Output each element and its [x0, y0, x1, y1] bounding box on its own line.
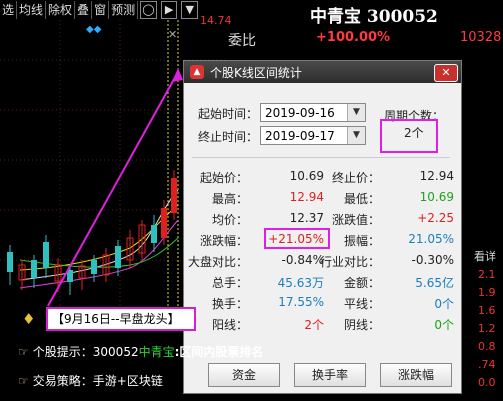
stat-change-value: +2.25: [417, 211, 454, 225]
stat-label: 平线：: [343, 297, 380, 311]
stat-start-price: 10.69: [289, 169, 324, 183]
dialog-titlebar[interactable]: ▲ 个股K线区间统计: [184, 61, 461, 83]
svg-text:✕: ✕: [168, 28, 177, 41]
bell-icon: ♦: [22, 310, 36, 328]
app-icon: ▲: [190, 65, 204, 79]
right-edge-values: 看详 2.1 1.9 1.6 1.2 0.8 .74 0.0: [470, 240, 503, 400]
stat-avg: 12.37: [289, 211, 324, 225]
hand-pointer-icon: ☞: [18, 374, 29, 388]
toolbar-exright[interactable]: 除权: [46, 1, 76, 19]
stat-label: 阳线：: [211, 318, 248, 332]
end-time-select[interactable]: 2019-09-17 ▼: [260, 126, 366, 145]
hint-stock-code: 300052: [92, 345, 139, 359]
edge-value: 0.0: [478, 376, 496, 389]
close-icon[interactable]: ✕: [434, 64, 458, 82]
stat-label: 阴线：: [343, 318, 380, 332]
hint-label: 个股提示：: [32, 345, 93, 359]
end-time-label: 终止时间：: [198, 130, 259, 144]
start-time-label: 起始时间：: [198, 107, 259, 121]
stat-amount: 5.65亿: [415, 276, 454, 290]
stat-label: 终止价：: [331, 171, 380, 185]
weibi-volume: 10328: [460, 30, 502, 45]
arrow-right-icon[interactable]: ▶: [160, 1, 178, 19]
stat-down-candles: 0个: [434, 318, 454, 332]
toolbar-select[interactable]: 选: [0, 1, 18, 19]
hint-stock-name: 中青宝: [138, 345, 175, 359]
toolbar-window[interactable]: 窗: [92, 1, 110, 19]
start-time-value: 2019-09-16: [265, 106, 335, 120]
hint-text: :区间内股票排名: [174, 345, 264, 359]
edge-value: .74: [478, 358, 496, 371]
stat-label: 最低：: [343, 192, 380, 206]
stat-volume: 45.63万: [277, 276, 324, 290]
stat-end-price: 12.94: [419, 169, 454, 183]
stat-label: 起始价：: [199, 171, 248, 185]
stat-up-candles: 2个: [304, 318, 324, 332]
stat-label: 涨跌值：: [331, 213, 380, 227]
stat-market-compare: -0.84%: [281, 253, 324, 267]
edge-value: 0.8: [478, 340, 496, 353]
stat-label: 换手：: [211, 297, 248, 311]
hand-pointer-icon: ☞: [18, 345, 29, 359]
fund-button[interactable]: 资金: [208, 363, 280, 387]
stat-flat-candles: 0个: [434, 297, 454, 311]
stat-label: 总手：: [211, 276, 248, 290]
svg-text:◆◆: ◆◆: [86, 24, 102, 35]
end-time-value: 2019-09-17: [265, 129, 335, 143]
lock-icon[interactable]: ◯: [140, 1, 157, 19]
toolbar-forecast[interactable]: 预测: [109, 1, 139, 19]
toolbar-overlay[interactable]: 叠: [75, 1, 93, 19]
start-time-select[interactable]: 2019-09-16 ▼: [260, 103, 366, 122]
stat-turnover: 17.55%: [278, 295, 324, 309]
stat-industry-compare: -0.30%: [411, 253, 454, 267]
hint-row-strategy: ☞ 交易策略：手游+区块链: [18, 372, 163, 389]
stat-high: 12.94: [289, 190, 324, 204]
change-pct-button[interactable]: 涨跌幅: [380, 363, 452, 387]
stat-label: 金额：: [343, 276, 380, 290]
highlight-change-pct: [264, 228, 330, 249]
annotation-note: 【9月16日--早盘龙头】: [46, 307, 196, 331]
chevron-down-icon[interactable]: ▼: [347, 104, 365, 121]
stat-label: 行业对比：: [320, 255, 381, 269]
hint-row-stock: ☞ 个股提示：300052中青宝:区间内股票排名: [18, 343, 263, 360]
hint-strategy-text: 手游+区块链: [92, 374, 163, 388]
edge-value: 1.6: [478, 304, 496, 317]
stock-title: 中青宝 300052: [310, 7, 438, 27]
stat-label: 涨跌幅：: [199, 234, 248, 248]
stat-label: 最高：: [211, 192, 248, 206]
divider: [192, 157, 450, 158]
stat-low: 10.69: [419, 190, 454, 204]
hint-label: 交易策略：: [32, 374, 93, 388]
stat-label: 大盘对比：: [188, 255, 249, 269]
toolbar-ma[interactable]: 均线: [17, 1, 47, 19]
chevron-down-icon[interactable]: ▼: [181, 1, 199, 19]
weibi-label: 委比: [228, 33, 256, 49]
weibi-value: +100.00%: [316, 30, 391, 45]
toolbar: 选 均线 除权 叠 窗 预测 ◯ ▶ ▼: [0, 0, 200, 20]
dialog-title: 个股K线区间统计: [210, 65, 302, 80]
stat-amplitude: 21.05%: [408, 232, 454, 246]
highlight-period: [380, 119, 438, 153]
stat-label: 均价：: [211, 213, 248, 227]
edge-value: 1.2: [478, 322, 496, 335]
edge-label: 看详: [474, 250, 496, 263]
chevron-down-icon[interactable]: ▼: [347, 127, 365, 144]
turnover-button[interactable]: 换手率: [294, 363, 366, 387]
edge-value: 2.1: [478, 268, 496, 281]
edge-value: 1.9: [478, 286, 496, 299]
